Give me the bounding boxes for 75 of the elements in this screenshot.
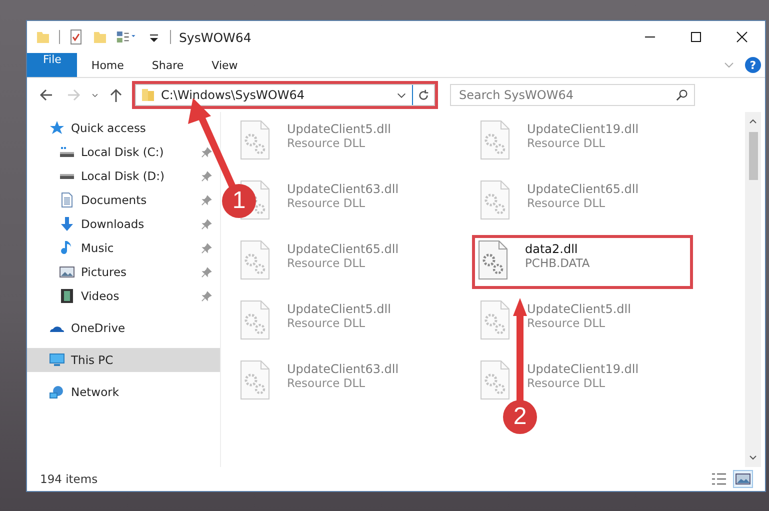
help-button[interactable]: ? bbox=[745, 57, 761, 73]
refresh-icon bbox=[417, 88, 430, 102]
pin-icon[interactable] bbox=[201, 146, 212, 158]
nav-item[interactable]: Music bbox=[27, 236, 220, 260]
nav-item[interactable]: Videos bbox=[27, 284, 220, 308]
view-list-icon[interactable] bbox=[116, 29, 138, 45]
pin-icon[interactable] bbox=[201, 194, 212, 206]
details-view-icon bbox=[711, 472, 727, 486]
scrollbar[interactable] bbox=[745, 112, 761, 467]
nav-item[interactable]: OneDrive bbox=[27, 316, 220, 340]
nav-item[interactable]: Network bbox=[27, 380, 220, 404]
properties-icon[interactable] bbox=[68, 29, 84, 45]
pictures-icon bbox=[59, 264, 75, 280]
up-arrow-icon[interactable] bbox=[108, 87, 124, 103]
file-type: Resource DLL bbox=[287, 316, 366, 330]
film-icon bbox=[59, 288, 75, 304]
file-name: UpdateClient63.dll bbox=[287, 362, 399, 376]
monitor-icon bbox=[49, 352, 65, 368]
maximize-icon bbox=[690, 31, 702, 43]
file-name: UpdateClient5.dll bbox=[287, 302, 391, 316]
ribbon-tab[interactable]: Home bbox=[77, 53, 138, 77]
pin-icon[interactable] bbox=[201, 170, 212, 182]
file-type: Resource DLL bbox=[527, 376, 606, 390]
pin-icon[interactable] bbox=[201, 242, 212, 254]
search-icon bbox=[676, 89, 688, 101]
file-type: Resource DLL bbox=[527, 316, 606, 330]
file-name: data2.dll bbox=[525, 242, 579, 256]
file-type: Resource DLL bbox=[527, 136, 606, 150]
file-type: Resource DLL bbox=[527, 196, 606, 210]
file-type: Resource DLL bbox=[287, 136, 366, 150]
file-name: UpdateClient5.dll bbox=[527, 302, 631, 316]
scroll-thumb[interactable] bbox=[748, 132, 758, 180]
pin-icon[interactable] bbox=[201, 218, 212, 230]
drive-icon bbox=[59, 172, 75, 180]
nav-item[interactable]: This PC bbox=[27, 348, 220, 372]
large-icons-view-button[interactable] bbox=[733, 470, 753, 488]
item-count: 194 items bbox=[40, 472, 98, 486]
close-icon bbox=[736, 31, 748, 43]
network-icon bbox=[49, 384, 65, 400]
document-icon bbox=[59, 192, 75, 208]
file-type: Resource DLL bbox=[287, 256, 366, 270]
back-arrow-icon[interactable] bbox=[38, 87, 54, 103]
ribbon-tab[interactable]: Share bbox=[138, 53, 198, 77]
file-name: UpdateClient5.dll bbox=[287, 122, 391, 136]
nav-item[interactable]: Downloads bbox=[27, 212, 220, 236]
address-path: C:\Windows\SysWOW64 bbox=[161, 88, 306, 102]
file-menu-tab[interactable]: File bbox=[27, 53, 78, 77]
file-name: UpdateClient19.dll bbox=[527, 362, 639, 376]
download-arrow-icon bbox=[59, 216, 75, 232]
pin-icon[interactable] bbox=[201, 266, 212, 278]
file-name: UpdateClient19.dll bbox=[527, 122, 639, 136]
gear-file-icon[interactable] bbox=[477, 240, 509, 280]
large-icons-view-icon bbox=[735, 472, 751, 486]
star-icon bbox=[49, 120, 65, 136]
file-name: UpdateClient63.dll bbox=[287, 182, 399, 196]
pin-icon[interactable] bbox=[201, 290, 212, 302]
file-type: Resource DLL bbox=[287, 196, 366, 210]
file-type: Resource DLL bbox=[287, 376, 366, 390]
cloud-icon bbox=[49, 324, 65, 332]
window-title: SysWOW64 bbox=[179, 30, 252, 44]
search-field[interactable]: Search SysWOW64 bbox=[450, 84, 695, 106]
file-type: PCHB.DATA bbox=[525, 256, 590, 270]
folder-icon bbox=[140, 87, 156, 103]
drive-icon bbox=[59, 144, 75, 160]
nav-item[interactable]: Local Disk (C:) bbox=[27, 140, 220, 164]
nav-item[interactable]: Documents bbox=[27, 188, 220, 212]
nav-item[interactable]: Pictures bbox=[27, 260, 220, 284]
nav-item[interactable]: Local Disk (D:) bbox=[27, 164, 220, 188]
nav-item[interactable]: Quick access bbox=[27, 116, 220, 140]
forward-arrow-icon[interactable] bbox=[66, 87, 82, 103]
ribbon-tab[interactable]: View bbox=[198, 53, 252, 77]
file-name: UpdateClient65.dll bbox=[527, 182, 639, 196]
highlighted-file-item[interactable]: data2.dll PCHB.DATA bbox=[473, 236, 692, 288]
file-name: UpdateClient65.dll bbox=[287, 242, 399, 256]
address-bar[interactable]: C:\Windows\SysWOW64 bbox=[135, 84, 435, 106]
